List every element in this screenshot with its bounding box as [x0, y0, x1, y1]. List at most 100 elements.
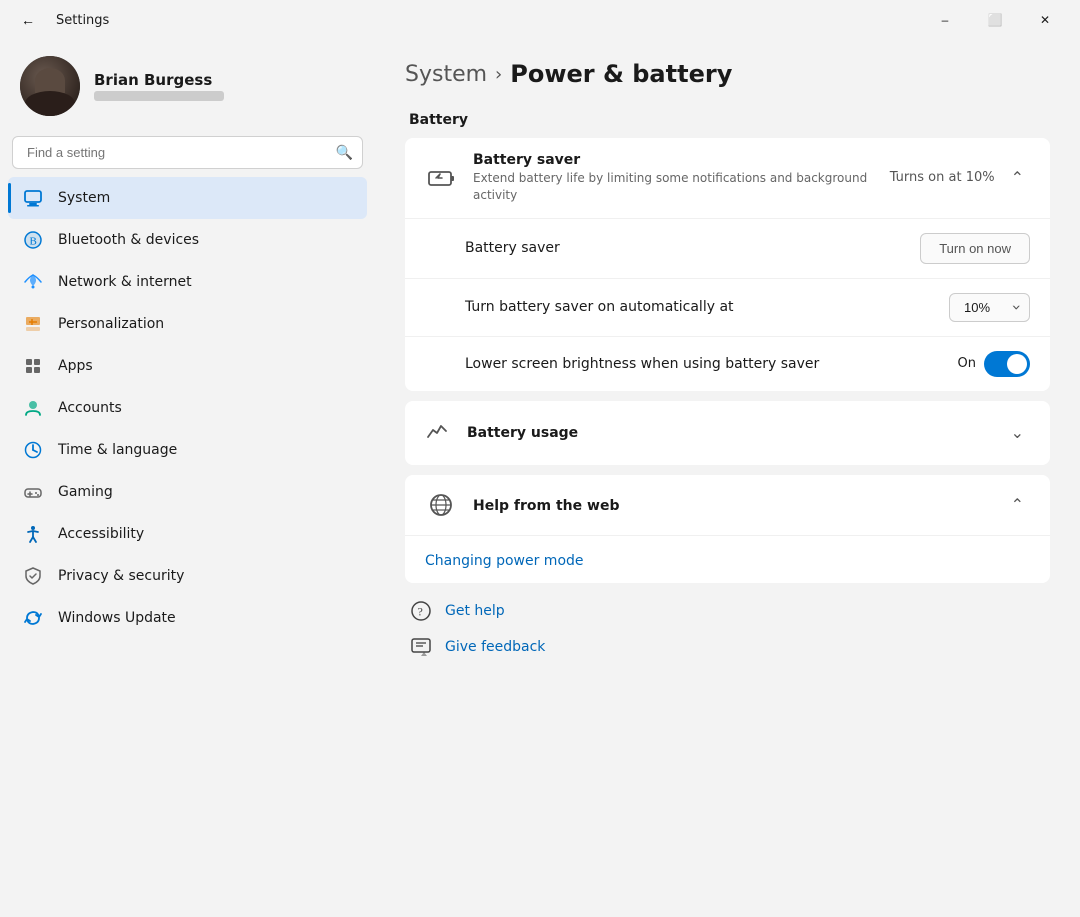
apps-icon: [22, 355, 44, 377]
help-title-wrap: Help from the web: [473, 495, 989, 514]
maximize-button[interactable]: ⬜: [972, 4, 1018, 36]
brightness-text: Lower screen brightness when using batte…: [465, 356, 942, 372]
sidebar-item-gaming[interactable]: Gaming: [8, 471, 367, 513]
auto-turn-on-row: Turn battery saver on automatically at 1…: [405, 279, 1050, 337]
brightness-toggle-wrap: On: [958, 351, 1030, 377]
breadcrumb-parent: System: [405, 62, 487, 87]
help-title: Help from the web: [473, 498, 619, 514]
percent-select[interactable]: 10% 15% 20% 25% Never: [949, 293, 1030, 322]
breadcrumb-separator: ›: [495, 64, 502, 85]
search-input[interactable]: [12, 136, 363, 169]
time-icon: [22, 439, 44, 461]
search-box: 🔍: [12, 136, 363, 169]
get-help-icon: ?: [409, 599, 433, 623]
battery-saver-desc: Extend battery life by limiting some not…: [473, 170, 874, 204]
battery-saver-action: Turns on at 10% ⌃: [890, 166, 1030, 190]
sidebar-item-personalization[interactable]: Personalization: [8, 303, 367, 345]
sidebar-label-network: Network & internet: [58, 274, 192, 290]
close-button[interactable]: ✕: [1022, 4, 1068, 36]
window-controls: – ⬜ ✕: [922, 4, 1068, 36]
battery-saver-collapse-button[interactable]: ⌃: [1005, 166, 1030, 190]
window-title: Settings: [56, 13, 109, 28]
sidebar-item-time[interactable]: Time & language: [8, 429, 367, 471]
help-link-row: Changing power mode: [405, 536, 1050, 583]
search-icon: 🔍: [336, 145, 353, 161]
help-collapse-button[interactable]: ⌃: [1005, 493, 1030, 517]
system-icon: [22, 187, 44, 209]
sidebar-nav: System B Bluetooth & devices Network & i…: [8, 177, 367, 639]
brightness-row: Lower screen brightness when using batte…: [405, 337, 1050, 391]
battery-saver-icon: [425, 162, 457, 194]
battery-usage-row: Battery usage ⌄: [405, 401, 1050, 465]
user-subtitle: [94, 91, 224, 101]
sidebar-item-privacy[interactable]: Privacy & security: [8, 555, 367, 597]
brightness-label: Lower screen brightness when using batte…: [465, 356, 942, 372]
help-header: Help from the web ⌃: [405, 475, 1050, 536]
update-icon: [22, 607, 44, 629]
turn-on-button[interactable]: Turn on now: [920, 233, 1030, 264]
sidebar-label-privacy: Privacy & security: [58, 568, 184, 584]
sidebar-label-system: System: [58, 190, 110, 206]
svg-text:?: ?: [418, 604, 423, 618]
sidebar: Brian Burgess 🔍 System B Bluetooth & dev: [0, 40, 375, 917]
breadcrumb: System › Power & battery: [405, 60, 1050, 88]
bluetooth-icon: B: [22, 229, 44, 251]
network-icon: [22, 271, 44, 293]
turn-on-action: Turn on now: [920, 233, 1030, 264]
give-feedback-row[interactable]: Give feedback: [409, 635, 1050, 659]
title-bar: ← Settings – ⬜ ✕: [0, 0, 1080, 40]
battery-saver-header-row: Battery saver Extend battery life by lim…: [405, 138, 1050, 219]
battery-usage-icon: [425, 417, 451, 449]
sidebar-item-accounts[interactable]: Accounts: [8, 387, 367, 429]
user-name: Brian Burgess: [94, 71, 224, 89]
sidebar-item-system[interactable]: System: [8, 177, 367, 219]
accounts-icon: [22, 397, 44, 419]
sidebar-label-update: Windows Update: [58, 610, 176, 626]
help-icon: [425, 489, 457, 521]
sidebar-item-accessibility[interactable]: Accessibility: [8, 513, 367, 555]
get-help-row[interactable]: ? Get help: [409, 599, 1050, 623]
battery-saver-row-label: Battery saver: [465, 240, 904, 256]
battery-saver-text: Battery saver Extend battery life by lim…: [473, 152, 874, 204]
user-section: Brian Burgess: [8, 40, 367, 136]
sidebar-item-network[interactable]: Network & internet: [8, 261, 367, 303]
sidebar-item-apps[interactable]: Apps: [8, 345, 367, 387]
help-card: Help from the web ⌃ Changing power mode: [405, 475, 1050, 583]
page-title: Power & battery: [510, 60, 732, 88]
main-content: System › Power & battery Battery: [375, 40, 1080, 917]
brightness-toggle-action: On: [958, 351, 1030, 377]
sidebar-label-apps: Apps: [58, 358, 93, 374]
auto-turn-on-label: Turn battery saver on automatically at: [465, 299, 933, 315]
accessibility-icon: [22, 523, 44, 545]
battery-usage-expand-button[interactable]: ⌄: [1005, 421, 1030, 445]
sidebar-label-accessibility: Accessibility: [58, 526, 144, 542]
sidebar-item-bluetooth[interactable]: B Bluetooth & devices: [8, 219, 367, 261]
percent-select-wrapper: 10% 15% 20% 25% Never: [949, 293, 1030, 322]
sidebar-label-time: Time & language: [58, 442, 177, 458]
back-button[interactable]: ←: [12, 4, 44, 36]
bottom-links: ? Get help Give feedback: [405, 599, 1050, 659]
get-help-label: Get help: [445, 603, 505, 619]
gaming-icon: [22, 481, 44, 503]
turns-on-status: Turns on at 10%: [890, 170, 995, 185]
sidebar-item-update[interactable]: Windows Update: [8, 597, 367, 639]
svg-text:B: B: [30, 236, 37, 248]
sidebar-label-accounts: Accounts: [58, 400, 122, 416]
battery-usage-card[interactable]: Battery usage ⌄: [405, 401, 1050, 465]
battery-saver-row: Battery saver Turn on now: [405, 219, 1050, 279]
battery-section-title: Battery: [405, 112, 1050, 128]
sidebar-label-personalization: Personalization: [58, 316, 164, 332]
avatar: [20, 56, 80, 116]
percent-action: 10% 15% 20% 25% Never: [949, 293, 1030, 322]
battery-usage-title: Battery usage: [467, 425, 989, 441]
changing-power-mode-link[interactable]: Changing power mode: [425, 553, 584, 569]
minimize-button[interactable]: –: [922, 4, 968, 36]
brightness-toggle[interactable]: [984, 351, 1030, 377]
privacy-icon: [22, 565, 44, 587]
give-feedback-label: Give feedback: [445, 639, 545, 655]
battery-saver-card: Battery saver Extend battery life by lim…: [405, 138, 1050, 391]
battery-saver-row-text: Battery saver: [465, 240, 904, 256]
battery-saver-title: Battery saver: [473, 152, 874, 168]
give-feedback-icon: [409, 635, 433, 659]
sidebar-label-bluetooth: Bluetooth & devices: [58, 232, 199, 248]
